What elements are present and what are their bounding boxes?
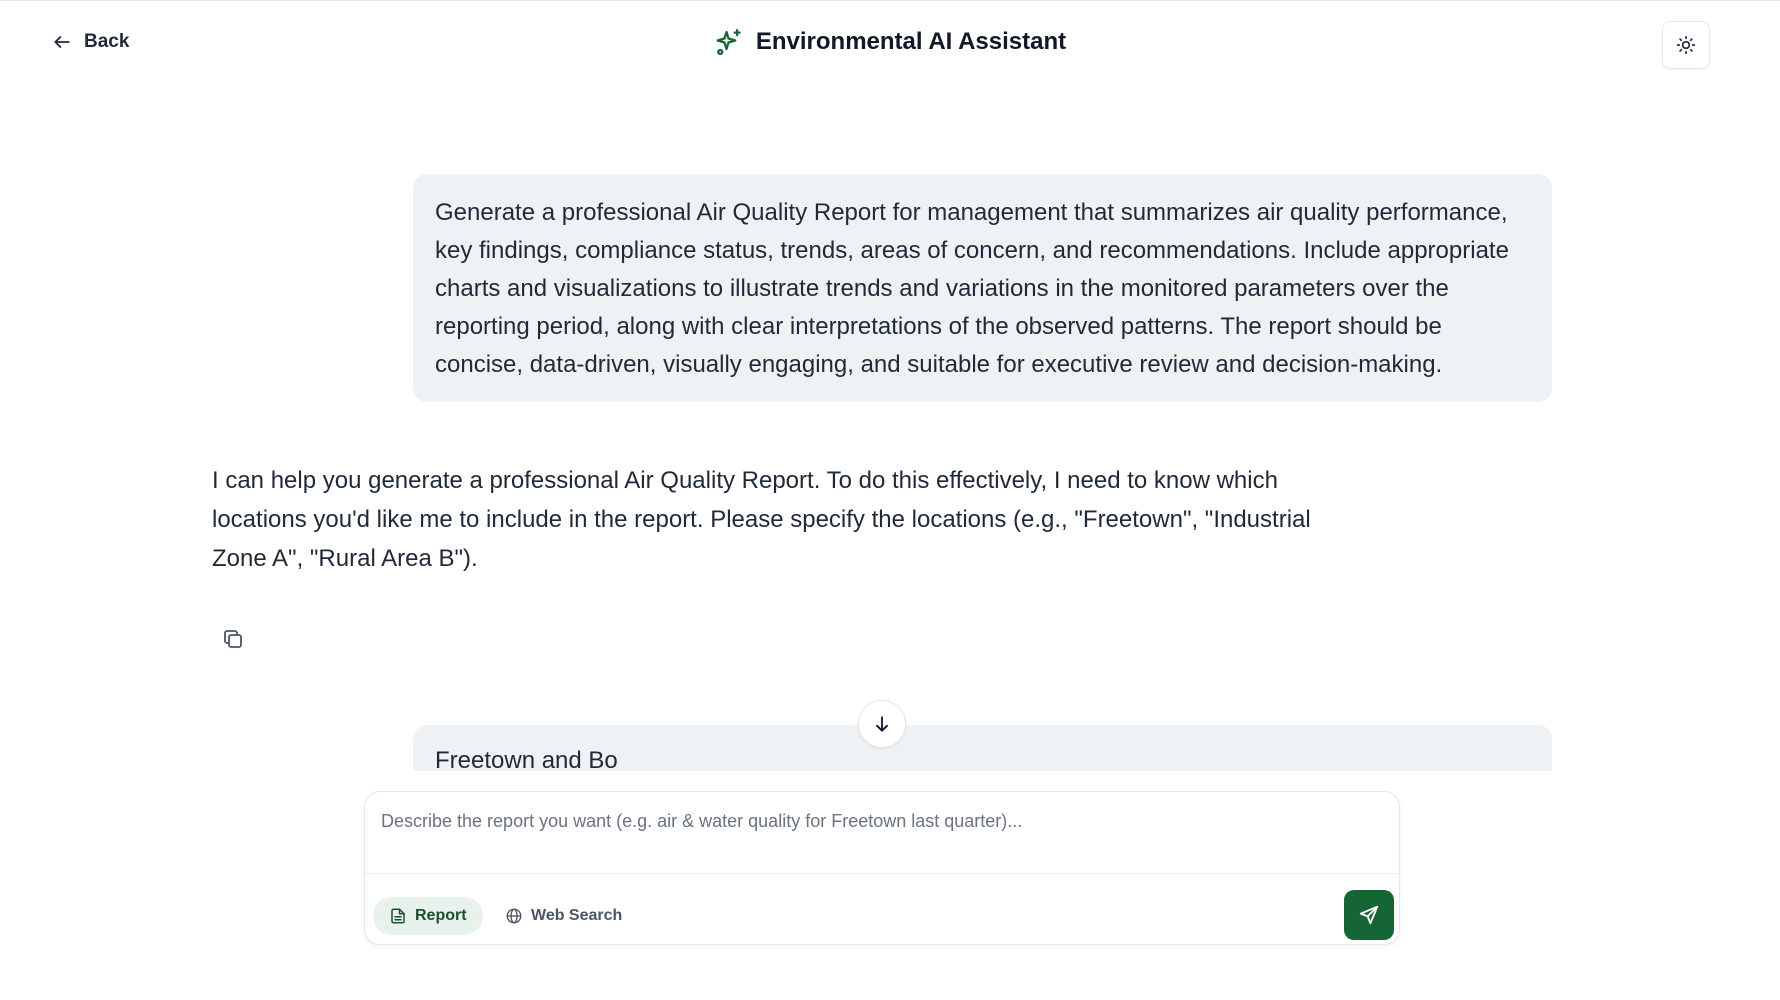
page-title: Environmental AI Assistant [755, 28, 1067, 55]
assistant-message: I can help you generate a professional A… [212, 467, 1311, 572]
web-search-button[interactable]: Web Search [497, 897, 630, 935]
sparkles-icon [716, 29, 741, 56]
chat-page: Back Environmental AI Assistant Generate… [0, 0, 1780, 1000]
globe-icon [506, 908, 522, 924]
copy-icon [224, 630, 242, 648]
report-label: Report [415, 907, 467, 924]
chat-thread[interactable]: Generate a professional Air Quality Repo… [0, 89, 1780, 771]
send-button[interactable] [1344, 890, 1394, 940]
sun-icon [1676, 35, 1696, 55]
report-mode-button[interactable]: Report [373, 897, 483, 935]
header: Back Environmental AI Assistant [0, 1, 1780, 89]
user-message: Freetown and Bo [413, 725, 1552, 771]
user-message: Generate a professional Air Quality Repo… [413, 174, 1552, 402]
arrow-down-icon [876, 716, 888, 732]
send-icon [1359, 905, 1379, 925]
copy-button[interactable] [218, 624, 248, 654]
composer: Report Web Search [364, 791, 1400, 945]
prompt-input[interactable] [365, 792, 1399, 874]
file-text-icon [391, 908, 405, 924]
scroll-to-bottom-button[interactable] [858, 700, 906, 748]
theme-toggle-button[interactable] [1662, 21, 1710, 69]
web-search-label: Web Search [531, 907, 623, 924]
app-title: Environmental AI Assistant [0, 27, 1780, 57]
